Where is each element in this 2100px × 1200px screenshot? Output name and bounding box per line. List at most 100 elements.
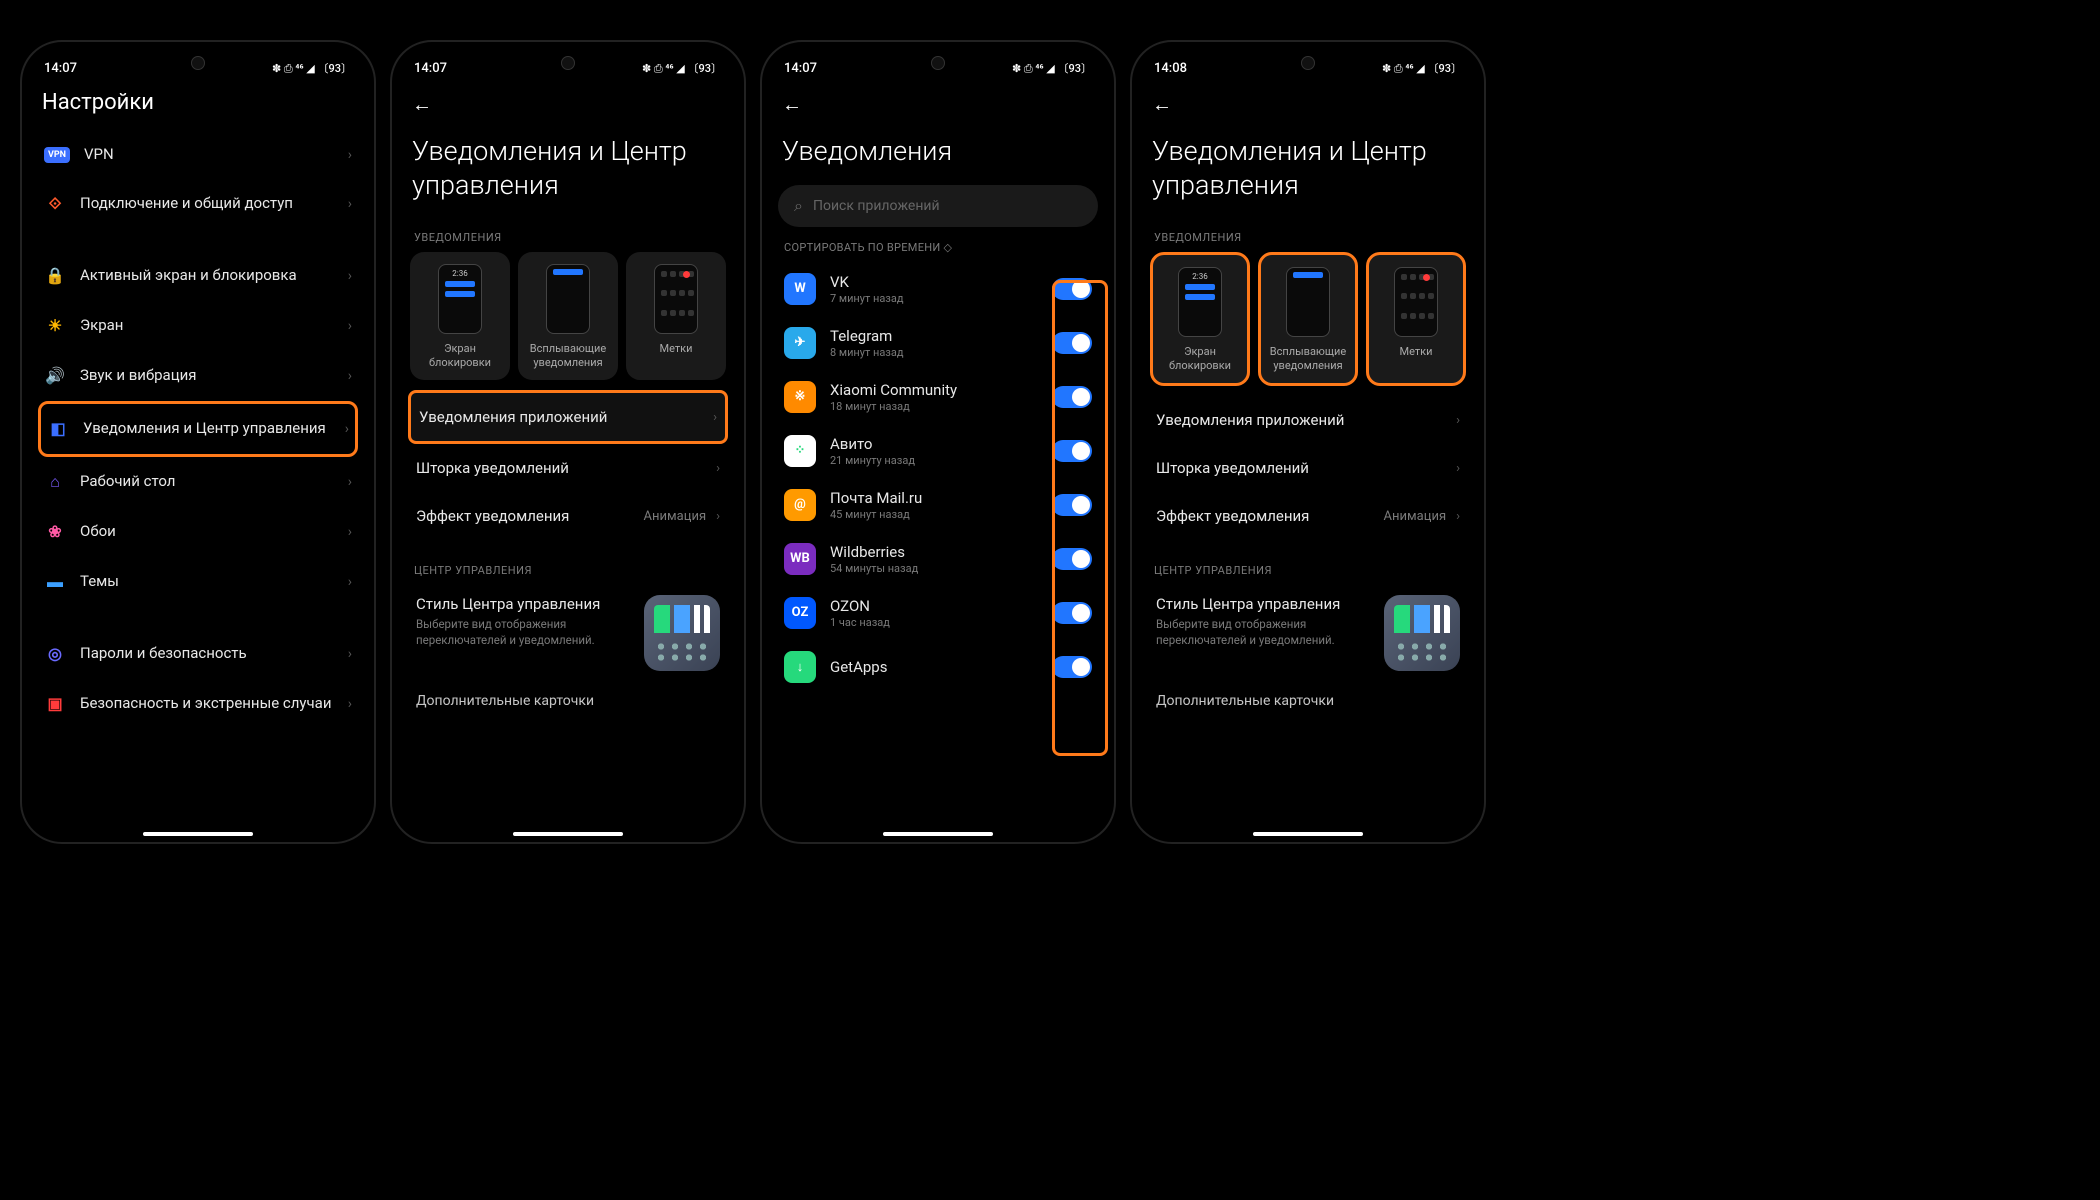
app-row-Авито[interactable]: ⁘ Авито 21 минуту назад: [778, 424, 1098, 478]
settings-row-wall[interactable]: ❀ Обои ›: [38, 507, 358, 557]
app-icon: ※: [784, 381, 816, 413]
home-indicator[interactable]: [143, 832, 253, 836]
home-indicator[interactable]: [513, 832, 623, 836]
cc-preview-icon: [1384, 595, 1460, 671]
back-button[interactable]: ←: [778, 82, 806, 121]
section-header: ЦЕНТР УПРАВЛЕНИЯ: [408, 554, 728, 583]
chevron-right-icon: ›: [348, 147, 352, 163]
control-center-style[interactable]: Стиль Центра управления Выберите вид ото…: [1148, 583, 1468, 683]
app-name: Wildberries: [830, 543, 1038, 561]
setting-row-2[interactable]: Эффект уведомления Анимация ›: [408, 492, 728, 540]
app-icon: @: [784, 489, 816, 521]
chevron-right-icon: ›: [716, 509, 720, 524]
row-label: VPN: [84, 145, 334, 165]
app-time: 54 минуты назад: [830, 562, 1038, 575]
settings-row-sos[interactable]: ▣ Безопасность и экстренные случаи ›: [38, 679, 358, 729]
row-label: Темы: [80, 572, 334, 592]
row-label: Рабочий стол: [80, 472, 334, 492]
chevron-right-icon: ›: [1456, 509, 1460, 524]
chevron-right-icon: ›: [716, 461, 720, 476]
app-row-Почта Mail.ru[interactable]: @ Почта Mail.ru 45 минут назад: [778, 478, 1098, 532]
home-indicator[interactable]: [1253, 832, 1363, 836]
card-caption: Всплывающие уведомления: [1267, 345, 1349, 374]
app-name: GetApps: [830, 658, 1038, 676]
app-icon: ✈: [784, 327, 816, 359]
pwd-icon: ◎: [44, 643, 66, 665]
status-icons: ✽ ⎙ ⁴⁶ ◢ 〔93〕: [272, 60, 352, 76]
notch: [191, 56, 205, 70]
search-input[interactable]: ⌕ Поиск приложений: [778, 185, 1098, 227]
settings-row-theme[interactable]: ▬ Темы ›: [38, 557, 358, 607]
row-label: Подключение и общий доступ: [80, 194, 334, 214]
settings-row-notif[interactable]: ◧ Уведомления и Центр управления ›: [38, 401, 358, 457]
chevron-right-icon: ›: [713, 410, 717, 425]
chevron-right-icon: ›: [345, 421, 349, 437]
card-preview-icon: [654, 264, 698, 334]
notif-card-0[interactable]: 2:36 Экран блокировки: [1150, 252, 1250, 387]
card-caption: Метки: [1375, 345, 1457, 359]
section-header: УВЕДОМЛЕНИЯ: [408, 221, 728, 250]
settings-row-home[interactable]: ⌂ Рабочий стол ›: [38, 457, 358, 507]
phone-notif-center: 14:07 ✽ ⎙ ⁴⁶ ◢ 〔93〕 ← Уведомления и Цент…: [390, 40, 746, 844]
app-row-OZON[interactable]: OZ OZON 1 час назад: [778, 586, 1098, 640]
card-preview-icon: [546, 264, 590, 334]
app-row-Wildberries[interactable]: WB Wildberries 54 минуты назад: [778, 532, 1098, 586]
app-row-Xiaomi Community[interactable]: ※ Xiaomi Community 18 минут назад: [778, 370, 1098, 424]
notif-card-2[interactable]: Метки: [1366, 252, 1466, 387]
page-title: Уведомления: [778, 121, 1098, 179]
control-center-style[interactable]: Стиль Центра управления Выберите вид ото…: [408, 583, 728, 683]
app-icon: W: [784, 273, 816, 305]
app-row-VK[interactable]: W VK 7 минут назад: [778, 262, 1098, 316]
status-time: 14:08: [1154, 61, 1187, 76]
setting-row-2[interactable]: Эффект уведомления Анимация ›: [1148, 492, 1468, 540]
notif-card-1[interactable]: Всплывающие уведомления: [518, 252, 618, 381]
notif-card-2[interactable]: Метки: [626, 252, 726, 381]
app-name: Авито: [830, 435, 1038, 453]
setting-row-1[interactable]: Шторка уведомлений ›: [1148, 444, 1468, 492]
cc-preview-icon: [644, 595, 720, 671]
back-button[interactable]: ←: [1148, 82, 1176, 121]
app-time: 1 час назад: [830, 616, 1038, 629]
status-time: 14:07: [784, 61, 817, 76]
home-indicator[interactable]: [883, 832, 993, 836]
row-value: Анимация: [1384, 509, 1447, 524]
cutoff-row[interactable]: Дополнительные карточки: [408, 683, 728, 709]
page-title: Настройки: [38, 82, 358, 131]
settings-row-lock[interactable]: 🔒 Активный экран и блокировка ›: [38, 251, 358, 301]
card-preview-icon: [1286, 267, 1330, 337]
row-label: Уведомления приложений: [419, 408, 703, 426]
notif-card-1[interactable]: Всплывающие уведомления: [1258, 252, 1358, 387]
setting-row-0[interactable]: Уведомления приложений ›: [1148, 396, 1468, 444]
section-header: ЦЕНТР УПРАВЛЕНИЯ: [1148, 554, 1468, 583]
app-name: Telegram: [830, 327, 1038, 345]
back-button[interactable]: ←: [408, 82, 436, 121]
setting-row-1[interactable]: Шторка уведомлений ›: [408, 444, 728, 492]
setting-row-0[interactable]: Уведомления приложений ›: [408, 390, 728, 444]
sort-toggle[interactable]: СОРТИРОВАТЬ ПО ВРЕМЕНИ ◇: [778, 227, 1098, 262]
app-name: VK: [830, 273, 1038, 291]
app-row-GetApps[interactable]: ↓ GetApps: [778, 640, 1098, 694]
row-label: Безопасность и экстренные случаи: [80, 694, 334, 714]
share-icon: ⟐: [44, 193, 66, 215]
app-row-Telegram[interactable]: ✈ Telegram 8 минут назад: [778, 316, 1098, 370]
chevron-right-icon: ›: [348, 268, 352, 284]
cc-title: Стиль Центра управления: [416, 595, 632, 613]
settings-row-pwd[interactable]: ◎ Пароли и безопасность ›: [38, 629, 358, 679]
chevron-right-icon: ›: [1456, 413, 1460, 428]
card-preview-icon: 2:36: [1178, 267, 1222, 337]
cutoff-row[interactable]: Дополнительные карточки: [1148, 683, 1468, 709]
lock-icon: 🔒: [44, 265, 66, 287]
app-time: 8 минут назад: [830, 346, 1038, 359]
sound-icon: 🔊: [44, 365, 66, 387]
app-icon: ⁘: [784, 435, 816, 467]
toggle-highlight: [1052, 280, 1108, 756]
settings-row-share[interactable]: ⟐ Подключение и общий доступ ›: [38, 179, 358, 229]
notif-card-0[interactable]: 2:36 Экран блокировки: [410, 252, 510, 381]
cc-desc: Выберите вид отображения переключателей …: [416, 617, 632, 648]
settings-row-sun[interactable]: ☀ Экран ›: [38, 301, 358, 351]
settings-row-vpn[interactable]: VPN VPN ›: [38, 131, 358, 179]
card-caption: Экран блокировки: [416, 342, 504, 371]
status-icons: ✽ ⎙ ⁴⁶ ◢ 〔93〕: [1382, 60, 1462, 76]
settings-row-sound[interactable]: 🔊 Звук и вибрация ›: [38, 351, 358, 401]
app-name: OZON: [830, 597, 1038, 615]
